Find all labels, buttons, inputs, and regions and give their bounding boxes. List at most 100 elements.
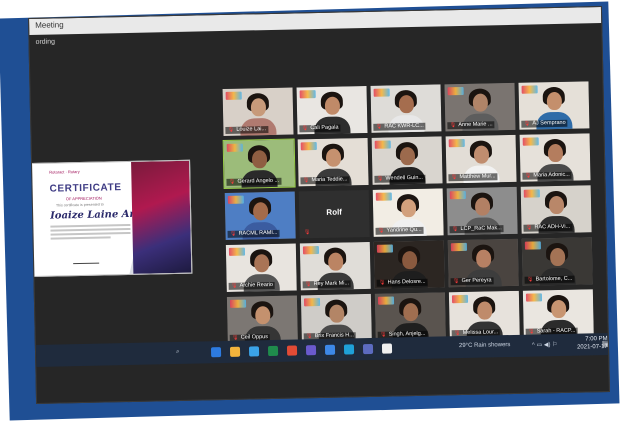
participant-name-label: 🎙 Anne Marie ... — [447, 121, 495, 130]
certificate-heading: CERTIFICATE — [49, 182, 122, 195]
participant-name: Bartolome, C... — [535, 275, 573, 283]
participant-name-label: 🎙 Matthew Mur... — [448, 173, 498, 182]
participant-tile[interactable]: 🎙 RAC KWR-LC... — [370, 84, 442, 133]
system-tray-icons[interactable]: ^ ▭ ◀) ⚐ — [532, 341, 558, 349]
participant-tile[interactable]: 🎙 Bartolome, C... — [521, 237, 593, 286]
meeting-window: Meeting ording Rotaract · Rotary CERTIFI… — [28, 6, 610, 404]
virtual-background-logo — [300, 142, 317, 151]
taskbar-app-icon[interactable] — [267, 345, 279, 357]
participant-tile[interactable]: 🎙 Singh, Anjelg... — [374, 292, 446, 341]
participant-tile[interactable]: 🎙 Melissa Lour... — [448, 290, 520, 340]
muted-mic-icon: 🎙 — [450, 174, 458, 181]
participant-face — [474, 197, 491, 216]
participant-tile[interactable]: 🎙 Maria Adonic... — [519, 133, 591, 182]
participant-tile[interactable]: Rolf 🎙 — [298, 189, 370, 239]
virtual-background-logo — [299, 90, 316, 99]
taskbar-app-icon[interactable] — [362, 343, 374, 355]
participant-tile[interactable]: 🎙 Sarah - RACP... — [522, 289, 594, 338]
participant-tile[interactable]: 🎙 Louize Lai... — [222, 87, 294, 136]
participant-name-label: 🎙 Hans Delosre... — [376, 278, 428, 287]
participant-name-label: 🎙 RAC KWR-LC... — [373, 122, 426, 131]
participant-face — [547, 143, 564, 163]
participant-face — [472, 93, 489, 112]
virtual-background-logo — [377, 296, 395, 305]
muted-mic-icon: 🎙 — [227, 126, 235, 133]
taskbar-app-icon[interactable] — [248, 346, 260, 357]
participant-name: Archie Reario — [239, 281, 274, 289]
participant-face — [251, 150, 268, 169]
participant-name-label: 🎙 LCP_RaC Mak... — [449, 225, 504, 234]
participant-face — [400, 198, 417, 218]
virtual-background-logo — [376, 244, 394, 253]
certificate-logos: Rotaract · Rotary — [49, 169, 80, 175]
participant-face — [324, 96, 341, 115]
taskbar-app-icon[interactable] — [229, 346, 241, 357]
participant-name: Matthew Mur... — [459, 173, 496, 181]
participant-name: RAC ADH-Vi... — [534, 223, 571, 231]
virtual-background-logo — [523, 189, 540, 198]
windows-taskbar: ⌕ 29°C Rain showers ^ ▭ ◀) ⚐ 7:00 PM 202… — [35, 332, 610, 367]
search-icon[interactable]: ⌕ — [176, 349, 188, 357]
participant-face — [403, 302, 419, 322]
taskbar-app-icon[interactable] — [210, 347, 222, 358]
participant-tile[interactable]: 🎙 Anne Marie ... — [444, 82, 516, 132]
participant-tile[interactable]: 🎙 Cali Pagala — [296, 85, 368, 135]
participant-name-label: 🎙 Yandrine Qu... — [375, 226, 424, 235]
participant-face — [325, 148, 342, 167]
certificate-decoration — [131, 160, 192, 274]
taskbar-app-icon[interactable] — [286, 345, 298, 356]
muted-mic-icon: 🎙 — [378, 279, 386, 286]
participant-tile[interactable]: 🎙 AJ Semprano — [518, 81, 590, 130]
certificate-text-line — [50, 231, 131, 236]
muted-mic-icon: 🎙 — [524, 172, 532, 179]
participant-face — [473, 145, 490, 164]
muted-mic-icon: 🎙 — [452, 278, 460, 285]
weather-widget[interactable]: 29°C Rain showers — [459, 342, 511, 349]
taskbar-app-icon[interactable] — [381, 343, 393, 354]
participant-face — [546, 91, 563, 111]
participant-tile[interactable]: 🎙 Hans Delosre... — [373, 240, 445, 289]
participant-tile[interactable]: 🎙 RAC ADH-Vi... — [520, 185, 592, 234]
participant-name: AJ Semprano — [532, 119, 566, 127]
recording-indicator: ording — [35, 38, 56, 46]
participant-face — [549, 247, 566, 267]
participant-tile[interactable]: 🎙 Matthew Mur... — [445, 134, 517, 184]
muted-mic-icon: 🎙 — [304, 281, 312, 288]
participant-tile[interactable]: 🎙 Ger Pereyra — [447, 238, 519, 288]
participant-face — [329, 304, 345, 323]
participant-tile[interactable]: 🎙 Gerard Angelo ... — [222, 138, 296, 190]
notification-icon[interactable]: ▤ — [602, 339, 610, 348]
muted-mic-icon: 🎙 — [230, 282, 238, 289]
participant-name-label: 🎙 Archie Reario — [228, 281, 276, 290]
participant-face — [548, 195, 565, 215]
muted-mic-icon: 🎙 — [228, 178, 236, 185]
participant-tile[interactable]: 🎙 Wendell Guin... — [371, 136, 443, 185]
virtual-background-logo — [374, 140, 391, 149]
participant-face — [475, 249, 492, 268]
participant-tile[interactable]: 🎙 Maria Teddie... — [297, 137, 369, 187]
virtual-background-logo — [373, 88, 390, 97]
participant-tile[interactable]: 🎙 RACML RAMI... — [224, 191, 296, 240]
participant-tile[interactable]: 🎙 Yandrine Qu... — [372, 188, 444, 237]
muted-mic-icon: 🎙 — [377, 227, 385, 234]
participant-name-label: 🎙 Ger Pereyra — [450, 277, 494, 286]
taskbar-app-icon[interactable] — [343, 344, 355, 355]
window-title: Meeting — [35, 20, 64, 30]
taskbar-app-icon[interactable] — [324, 344, 336, 355]
participant-tile[interactable]: 🎙 Archie Reario — [225, 243, 297, 292]
participant-tile[interactable]: 🎙 LCP_RaC Mak... — [446, 186, 518, 236]
participant-face — [255, 306, 271, 325]
participant-tile[interactable]: 🎙 Brix Francis H... — [300, 293, 372, 343]
muted-mic-icon: 🎙 — [451, 226, 459, 233]
virtual-background-logo — [524, 241, 541, 250]
participant-name-center: Rolf — [326, 207, 343, 217]
screenshot-photo: Meeting ording Rotaract · Rotary CERTIFI… — [0, 0, 620, 427]
participant-name-label: 🎙 Louize Lai... — [225, 126, 269, 134]
participant-name: Rey Mark Mi... — [313, 280, 350, 288]
muted-mic-icon: 🎙 — [449, 122, 457, 129]
virtual-background-logo — [525, 293, 543, 302]
participant-face — [250, 98, 267, 117]
participant-tile[interactable]: 🎙 Rey Mark Mi... — [299, 241, 371, 291]
participant-tile[interactable]: 🎙 Ceil Oppus — [226, 295, 298, 344]
taskbar-app-icon[interactable] — [305, 345, 317, 356]
